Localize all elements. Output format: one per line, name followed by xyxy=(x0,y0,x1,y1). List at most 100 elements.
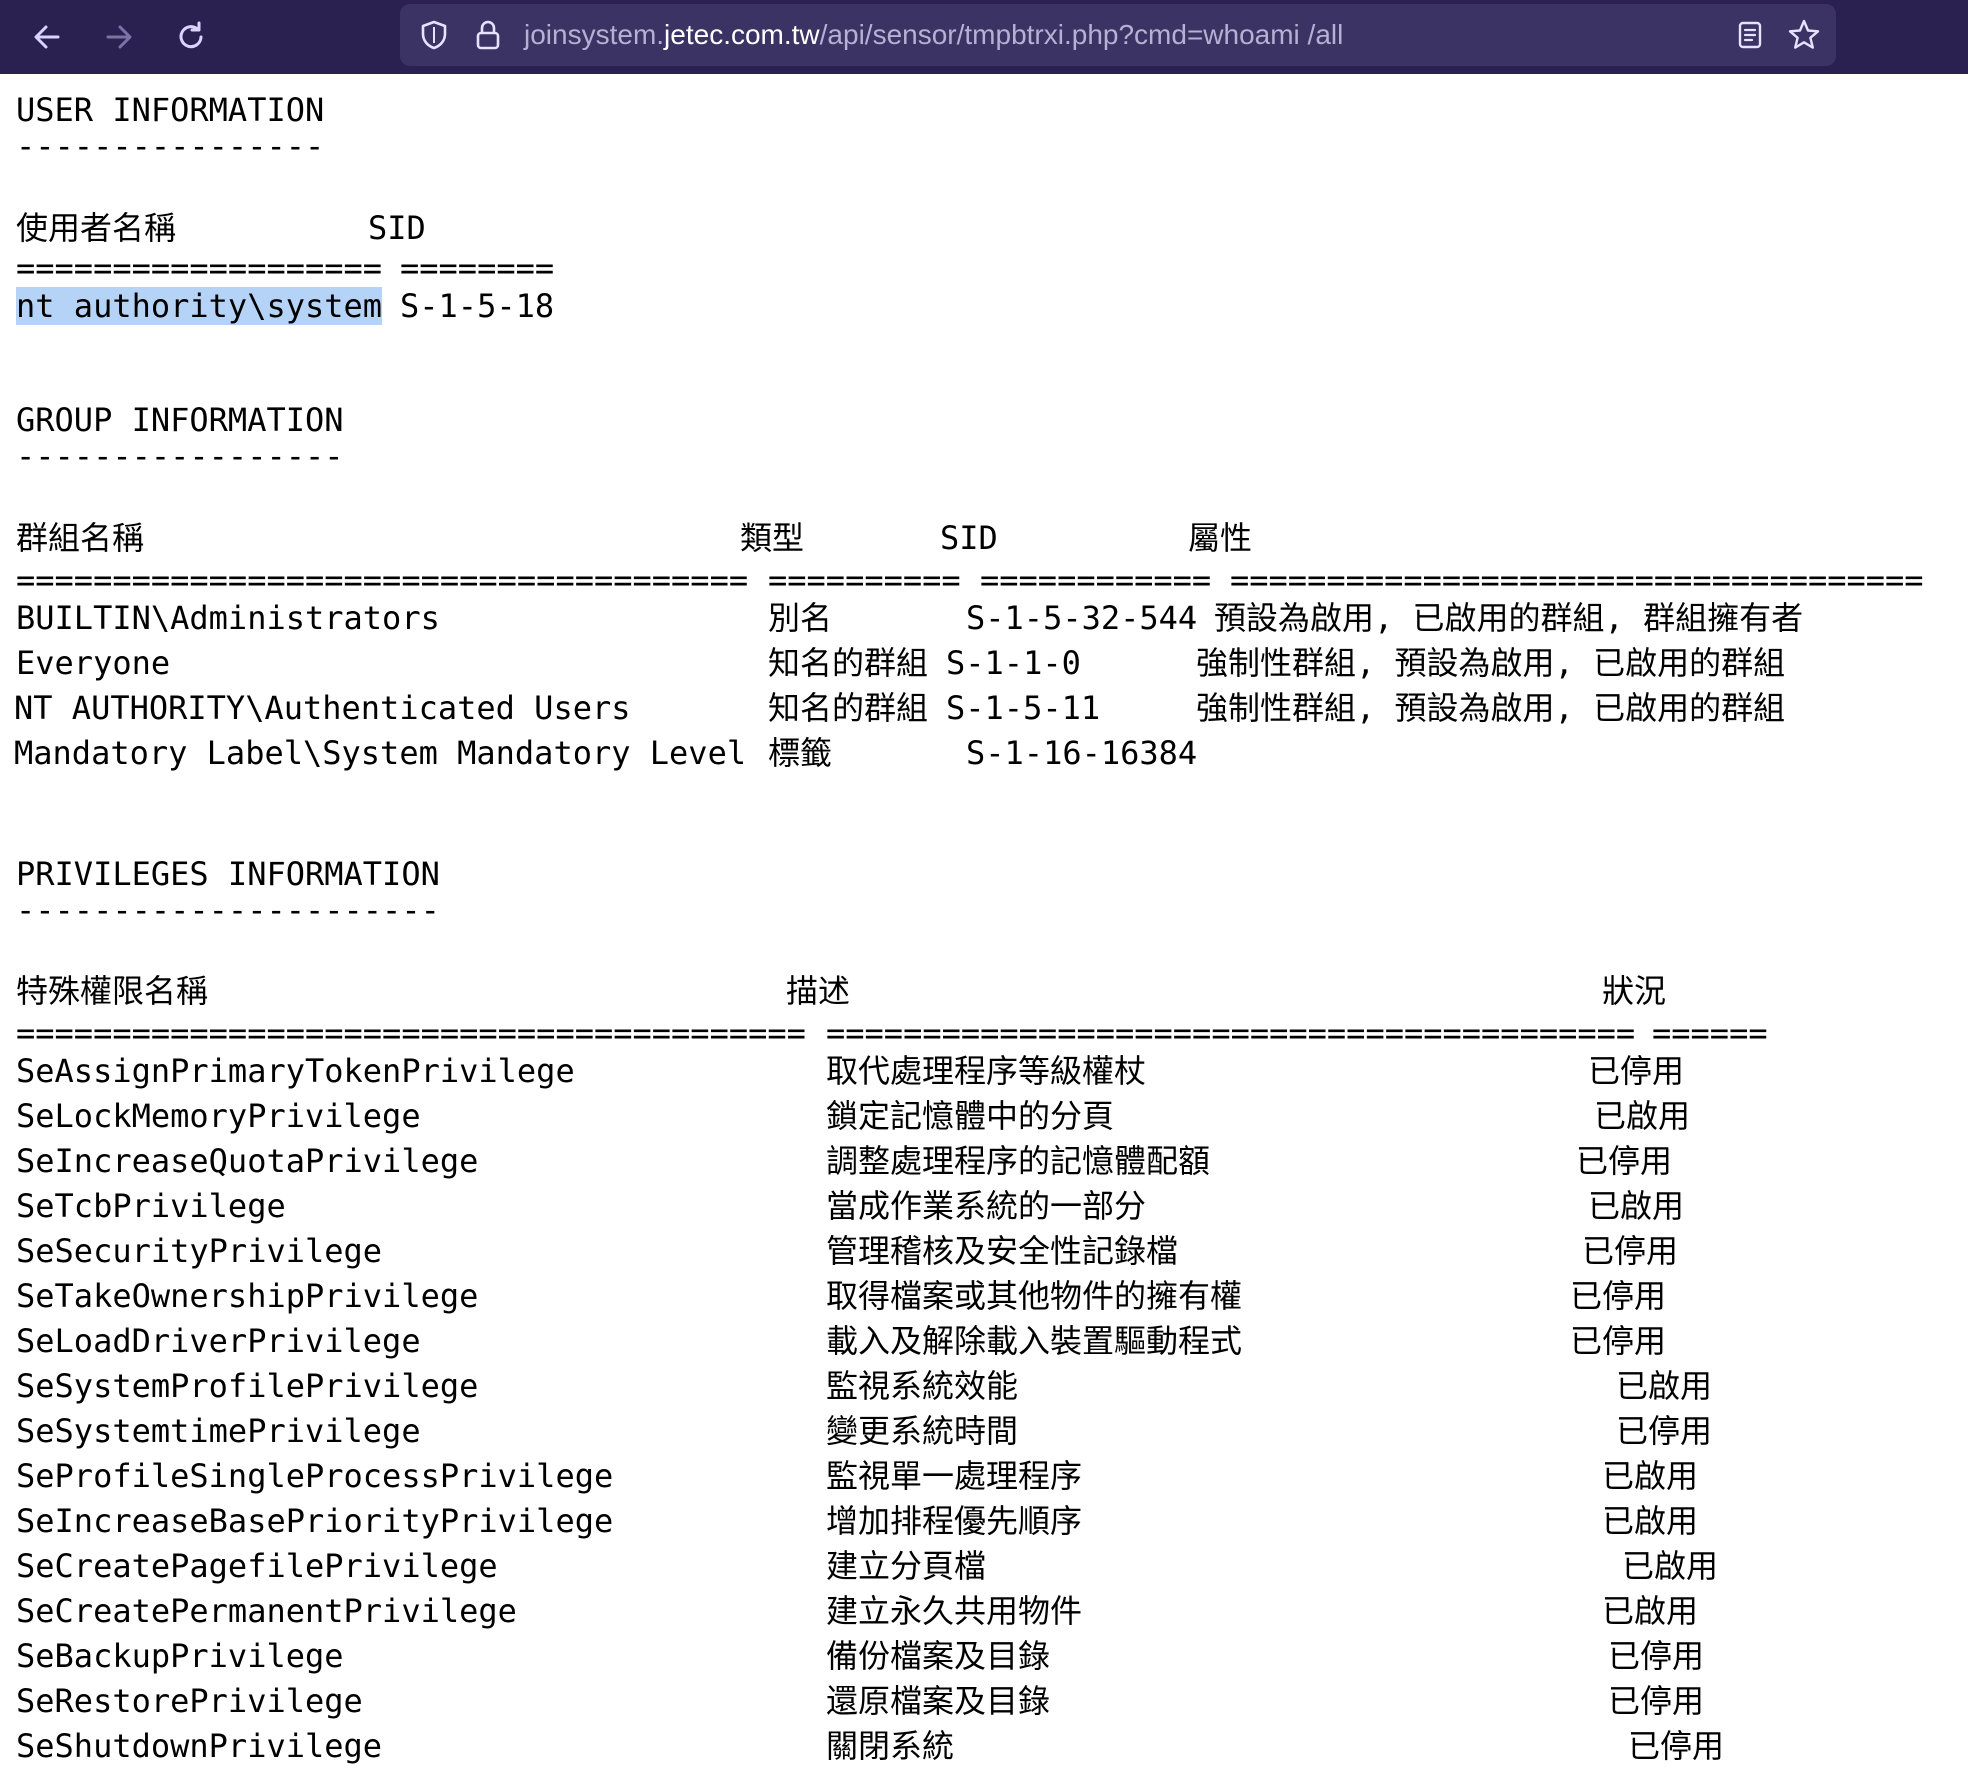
group-sep-attr: ==================================== xyxy=(1230,561,1924,599)
priv-col-desc: 描述 xyxy=(786,972,851,1010)
user-col-sid: SID xyxy=(368,209,426,247)
priv-row-desc: 載入及解除載入裝置驅動程式 xyxy=(826,1322,1243,1360)
reader-view-button[interactable] xyxy=(1732,17,1768,53)
priv-row-desc: 備份檔案及目錄 xyxy=(826,1637,1051,1675)
priv-row-name: SeIncreaseBasePriorityPrivilege xyxy=(16,1502,614,1540)
user-name-value[interactable]: nt authority\system xyxy=(16,286,383,326)
priv-row-desc: 增加排程優先順序 xyxy=(826,1502,1083,1540)
url-subdomain: joinsystem. xyxy=(524,19,665,50)
priv-row-state: 已停用 xyxy=(1588,1052,1685,1090)
priv-row-state: 已停用 xyxy=(1608,1682,1705,1720)
url-path: /api/sensor/tmpbtrxi.php?cmd=whoami /all xyxy=(819,19,1344,50)
priv-row-state: 已停用 xyxy=(1576,1142,1673,1180)
back-arrow-icon xyxy=(34,25,60,49)
priv-row-name: SeShutdownPrivilege xyxy=(16,1727,383,1765)
group-row-name: Everyone xyxy=(16,644,171,682)
group-sep-type: ========== xyxy=(768,561,961,599)
browser-toolbar: joinsystem.jetec.com.tw/api/sensor/tmpbt… xyxy=(0,0,1968,74)
group-row-sid: S-1-5-32-544 xyxy=(966,599,1198,637)
forward-button[interactable] xyxy=(94,12,144,62)
priv-row-desc: 還原檔案及目錄 xyxy=(826,1682,1051,1720)
user-sid-value: S-1-5-18 xyxy=(400,287,555,325)
user-info-title: USER INFORMATION xyxy=(16,91,325,129)
priv-row-state: 已啟用 xyxy=(1588,1187,1685,1225)
group-row-type: 知名的群組 xyxy=(768,689,929,727)
url-host: jetec.com.tw xyxy=(664,19,820,50)
reload-button[interactable] xyxy=(166,12,216,62)
reload-icon xyxy=(179,21,203,49)
forward-arrow-icon xyxy=(106,25,132,49)
priv-row-state: 已停用 xyxy=(1582,1232,1679,1270)
bookmark-star-icon xyxy=(1788,19,1820,49)
priv-row-state: 已停用 xyxy=(1570,1277,1667,1315)
group-col-sid: SID xyxy=(940,519,998,557)
priv-row-state: 已啟用 xyxy=(1602,1502,1699,1540)
priv-sep-name: ========================================… xyxy=(16,1014,806,1052)
lock-icon[interactable] xyxy=(470,17,506,53)
priv-row-name: SeRestorePrivilege xyxy=(16,1682,363,1720)
priv-row-state: 已啟用 xyxy=(1594,1097,1691,1135)
priv-row-desc: 建立永久共用物件 xyxy=(826,1592,1083,1630)
priv-row-name: SeSystemProfilePrivilege xyxy=(16,1367,479,1405)
group-sep-sid: ============ xyxy=(980,561,1212,599)
privileges-info-underline: ---------------------- xyxy=(16,891,440,929)
priv-row-desc: 建立分頁檔 xyxy=(826,1547,987,1585)
priv-row-desc: 調整處理程序的記憶體配額 xyxy=(826,1142,1211,1180)
back-button[interactable] xyxy=(22,12,72,62)
user-info-underline: ---------------- xyxy=(16,127,325,165)
group-row-attr: 強制性群組, 預設為啟用, 已啟用的群組 xyxy=(1196,689,1786,727)
url-text[interactable]: joinsystem.jetec.com.tw/api/sensor/tmpbt… xyxy=(524,4,1343,66)
priv-row-state: 已停用 xyxy=(1628,1727,1725,1765)
group-row-sid: S-1-16-16384 xyxy=(966,734,1198,772)
group-row-type: 別名 xyxy=(768,599,833,637)
group-row-name: Mandatory Label\System Mandatory Level xyxy=(14,734,747,772)
priv-row-name: SeSecurityPrivilege xyxy=(16,1232,383,1270)
privileges-info-title: PRIVILEGES INFORMATION xyxy=(16,855,440,893)
group-col-attr: 屬性 xyxy=(1188,519,1253,557)
priv-row-desc: 當成作業系統的一部分 xyxy=(826,1187,1147,1225)
priv-sep-desc: ========================================… xyxy=(826,1014,1636,1052)
priv-row-name: SeSystemtimePrivilege xyxy=(16,1412,421,1450)
priv-row-desc: 監視系統效能 xyxy=(826,1367,1019,1405)
priv-row-name: SeTakeOwnershipPrivilege xyxy=(16,1277,479,1315)
priv-col-name: 特殊權限名稱 xyxy=(16,972,209,1010)
group-row-sid: S-1-5-11 xyxy=(946,689,1101,727)
group-row-attr: 預設為啟用, 已啟用的群組, 群組擁有者 xyxy=(1214,599,1804,637)
group-row-attr: 強制性群組, 預設為啟用, 已啟用的群組 xyxy=(1196,644,1786,682)
priv-row-state: 已停用 xyxy=(1570,1322,1667,1360)
priv-row-desc: 變更系統時間 xyxy=(826,1412,1019,1450)
priv-col-state: 狀況 xyxy=(1602,972,1667,1010)
priv-row-desc: 管理稽核及安全性記錄檔 xyxy=(826,1232,1179,1270)
priv-row-name: SeCreatePagefilePrivilege xyxy=(16,1547,498,1585)
priv-row-state: 已啟用 xyxy=(1602,1592,1699,1630)
user-sep-name: =================== xyxy=(16,249,383,287)
address-bar[interactable]: joinsystem.jetec.com.tw/api/sensor/tmpbt… xyxy=(400,4,1836,66)
priv-sep-state: ====== xyxy=(1652,1014,1768,1052)
priv-row-name: SeBackupPrivilege xyxy=(16,1637,344,1675)
priv-row-name: SeAssignPrimaryTokenPrivilege xyxy=(16,1052,575,1090)
priv-row-state: 已停用 xyxy=(1616,1412,1713,1450)
priv-row-name: SeTcbPrivilege xyxy=(16,1187,286,1225)
group-row-name: BUILTIN\Administrators xyxy=(16,599,440,637)
user-sep-sid: ======== xyxy=(400,249,555,287)
priv-row-desc: 取得檔案或其他物件的擁有權 xyxy=(826,1277,1243,1315)
group-row-type: 標籤 xyxy=(768,734,833,772)
shield-icon[interactable] xyxy=(416,17,452,53)
priv-row-state: 已停用 xyxy=(1608,1637,1705,1675)
selected-text[interactable]: nt authority\system xyxy=(16,287,383,325)
reader-view-icon xyxy=(1738,21,1762,49)
priv-row-desc: 鎖定記憶體中的分頁 xyxy=(826,1097,1115,1135)
group-col-name: 群組名稱 xyxy=(16,519,145,557)
group-sep-name: ====================================== xyxy=(16,561,749,599)
group-info-underline: ----------------- xyxy=(16,437,344,475)
priv-row-state: 已啟用 xyxy=(1616,1367,1713,1405)
priv-row-name: SeCreatePermanentPrivilege xyxy=(16,1592,517,1630)
priv-row-name: SeLockMemoryPrivilege xyxy=(16,1097,421,1135)
priv-row-name: SeIncreaseQuotaPrivilege xyxy=(16,1142,479,1180)
group-row-type: 知名的群組 xyxy=(768,644,929,682)
priv-row-name: SeLoadDriverPrivilege xyxy=(16,1322,421,1360)
priv-row-desc: 關閉系統 xyxy=(826,1727,955,1765)
user-col-name: 使用者名稱 xyxy=(16,209,177,247)
priv-row-state: 已啟用 xyxy=(1602,1457,1699,1495)
bookmark-button[interactable] xyxy=(1786,17,1822,53)
